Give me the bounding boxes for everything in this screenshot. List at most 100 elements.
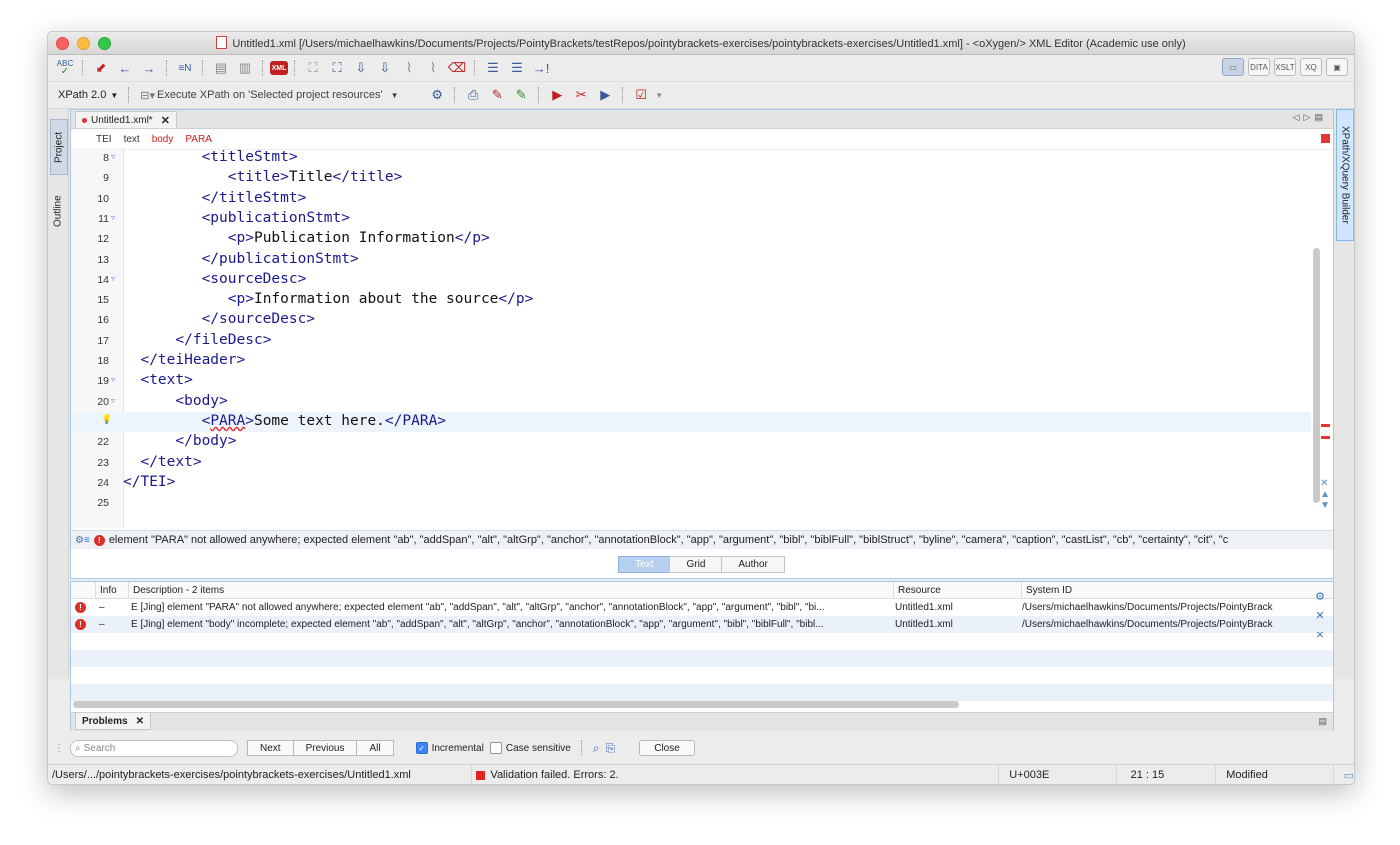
code-line[interactable]: 💡 <PARA>Some text here.</PARA> bbox=[71, 411, 1311, 432]
scrollbar-thumb[interactable] bbox=[73, 701, 959, 708]
menu-icon[interactable]: ▤ bbox=[1318, 716, 1327, 727]
close-button[interactable]: Close bbox=[639, 740, 695, 756]
column-header-description[interactable]: Description - 2 items bbox=[129, 582, 894, 598]
code-line[interactable]: 13 </publicationStmt> bbox=[71, 250, 1311, 270]
breadcrumb-item[interactable]: text bbox=[124, 134, 140, 145]
xpath-version-dropdown[interactable]: XPath 2.0 ▼ bbox=[54, 86, 122, 104]
problems-horizontal-scrollbar[interactable] bbox=[73, 701, 1298, 708]
gear-icon[interactable]: ⚙≡ bbox=[75, 535, 90, 546]
breadcrumb-item[interactable]: PARA bbox=[185, 134, 212, 145]
code-editor[interactable]: 8 ▽ <titleStmt> 9 <title>Title</title> 10 <… bbox=[71, 148, 1311, 528]
code-line[interactable]: 8 ▽ <titleStmt> bbox=[71, 148, 1311, 168]
editor-perspective-icon[interactable]: ▭ bbox=[1222, 58, 1244, 76]
validate-document-icon[interactable]: ⎙ bbox=[462, 85, 484, 105]
project-side-tab[interactable]: Project bbox=[50, 119, 68, 175]
code-line[interactable]: 15 <p>Information about the source</p> bbox=[71, 290, 1311, 310]
code-line[interactable]: 9 <title>Title</title> bbox=[71, 168, 1311, 188]
pin-icon[interactable]: ✎ bbox=[486, 85, 508, 105]
gear-icon[interactable]: ⚙ bbox=[1310, 588, 1330, 607]
run-transformation-icon[interactable]: ▶ bbox=[546, 85, 568, 105]
xquery-perspective-button[interactable]: XQ bbox=[1300, 58, 1322, 76]
quick-fix-bulb-icon[interactable]: 💡 bbox=[101, 415, 112, 425]
error-status-marker[interactable] bbox=[1321, 134, 1330, 143]
xslt-perspective-button[interactable]: XSLT bbox=[1274, 58, 1296, 76]
fold-toggle-icon[interactable]: ▽ bbox=[111, 376, 115, 384]
all-button[interactable]: All bbox=[356, 740, 394, 756]
join-icon[interactable]: ⌇ bbox=[398, 58, 420, 78]
problems-tab[interactable]: Problems ✕ bbox=[75, 713, 151, 730]
error-marker[interactable] bbox=[1321, 424, 1330, 427]
close-icon[interactable]: ✕ bbox=[136, 716, 144, 727]
pin-green-icon[interactable]: ✎ bbox=[510, 85, 532, 105]
xpath-scope-dropdown[interactable]: ⊟▾ Execute XPath on 'Selected project res… bbox=[136, 86, 424, 104]
delete-icon[interactable]: ⌫ bbox=[446, 58, 468, 78]
dita-perspective-button[interactable]: DITA bbox=[1248, 58, 1270, 76]
code-line[interactable]: 18 </teiHeader> bbox=[71, 351, 1311, 371]
split-icon[interactable]: ⌇ bbox=[422, 58, 444, 78]
code-line[interactable]: 14 ▽ <sourceDesc> bbox=[71, 270, 1311, 290]
column-header-info[interactable]: Info bbox=[96, 582, 129, 598]
configure-transformation-icon[interactable]: ✂ bbox=[570, 85, 592, 105]
code-line[interactable]: 19 ▽ <text> bbox=[71, 371, 1311, 391]
xml-refactor-icon[interactable]: XML bbox=[270, 61, 288, 75]
table-row[interactable]: ! – E [Jing] element "PARA" not allowed … bbox=[71, 599, 1333, 616]
fold-toggle-icon[interactable]: ▽ bbox=[111, 214, 115, 222]
status-validation[interactable]: Validation failed. Errors: 2. bbox=[472, 765, 1000, 784]
next-problem-icon[interactable]: →! bbox=[530, 58, 552, 78]
file-tab-untitled1[interactable]: Untitled1.xml* ✕ bbox=[75, 111, 177, 128]
column-header-resource[interactable]: Resource bbox=[894, 582, 1022, 598]
bookmark-icon[interactable]: ⬋ bbox=[90, 58, 112, 78]
table-row[interactable]: ! – E [Jing] element "body" incomplete; … bbox=[71, 616, 1333, 633]
code-line[interactable]: 11 ▽ <publicationStmt> bbox=[71, 209, 1311, 229]
move-down-icon[interactable]: ⇩ bbox=[374, 58, 396, 78]
database-perspective-icon[interactable]: ▣ bbox=[1326, 58, 1348, 76]
tab-navigation-icons[interactable]: ◁▷▤ bbox=[1293, 112, 1327, 123]
back-arrow-icon[interactable]: ← bbox=[114, 58, 136, 78]
xpath-settings-icon[interactable]: ⚙ bbox=[426, 85, 448, 105]
error-marker[interactable] bbox=[1321, 436, 1330, 439]
code-line[interactable]: 25 bbox=[71, 493, 1311, 513]
outdent-icon[interactable]: ☰ bbox=[506, 58, 528, 78]
find-all-icon[interactable]: ⎘ bbox=[606, 741, 616, 756]
scroll-navigation-icons[interactable]: ✕ ▲ ▼ bbox=[1320, 478, 1330, 511]
editor-vertical-scrollbar[interactable] bbox=[1313, 148, 1321, 526]
forward-arrow-icon[interactable]: → bbox=[138, 58, 160, 78]
code-line[interactable]: 20 ▽ <body> bbox=[71, 392, 1311, 412]
code-line[interactable]: 10 </titleStmt> bbox=[71, 189, 1311, 209]
clear-all-icon[interactable]: ⨯ bbox=[1310, 626, 1330, 645]
code-line[interactable]: 22 </body> bbox=[71, 432, 1311, 452]
outline-side-tab[interactable]: Outline bbox=[50, 183, 66, 239]
xpath-builder-side-tab[interactable]: XPath/XQuery Builder bbox=[1336, 109, 1354, 241]
indent-icon[interactable]: ☰ bbox=[482, 58, 504, 78]
find-icon[interactable]: ⌕ bbox=[593, 741, 600, 756]
scrollbar-thumb[interactable] bbox=[1313, 248, 1320, 503]
previous-button[interactable]: Previous bbox=[292, 740, 358, 756]
search-input[interactable]: ⌕ Search bbox=[70, 739, 238, 757]
toggle-comment-icon[interactable]: ▥ bbox=[234, 58, 256, 78]
fold-toggle-icon[interactable]: ▽ bbox=[111, 275, 115, 283]
column-header-system-id[interactable]: System ID bbox=[1022, 582, 1316, 598]
debug-transformation-icon[interactable]: ▶ bbox=[594, 85, 616, 105]
spellcheck-icon[interactable]: ABC ✓ bbox=[54, 58, 76, 78]
code-line[interactable]: 12 <p>Publication Information</p> bbox=[71, 229, 1311, 249]
breadcrumb-item[interactable]: TEI bbox=[96, 134, 112, 145]
select-content-icon[interactable]: ⛶ bbox=[326, 58, 348, 78]
mode-tab-text[interactable]: Text bbox=[618, 555, 671, 573]
code-line[interactable]: 17 </fileDesc> bbox=[71, 331, 1311, 351]
close-icon[interactable]: ✕ bbox=[1310, 607, 1330, 626]
validate-check-icon[interactable]: ☑ bbox=[630, 85, 652, 105]
select-element-icon[interactable]: ⛶ bbox=[302, 58, 324, 78]
incremental-checkbox[interactable]: ✓ Incremental bbox=[415, 742, 484, 754]
mode-tab-grid[interactable]: Grid bbox=[669, 555, 723, 573]
case-sensitive-checkbox[interactable]: Case sensitive bbox=[489, 742, 571, 754]
go-to-line-icon[interactable]: ≡N bbox=[174, 58, 196, 78]
close-icon[interactable]: ✕ bbox=[161, 114, 170, 127]
code-line[interactable]: 16 </sourceDesc> bbox=[71, 310, 1311, 330]
code-line[interactable]: 23 </text> bbox=[71, 453, 1311, 473]
next-button[interactable]: Next bbox=[247, 740, 294, 756]
close-window-button[interactable] bbox=[56, 37, 69, 50]
breadcrumb-item[interactable]: body bbox=[152, 134, 174, 145]
validate-dropdown-icon[interactable]: ▼ bbox=[654, 85, 664, 105]
code-line[interactable]: 24 </TEI> bbox=[71, 473, 1311, 493]
move-up-icon[interactable]: ⇩ bbox=[350, 58, 372, 78]
